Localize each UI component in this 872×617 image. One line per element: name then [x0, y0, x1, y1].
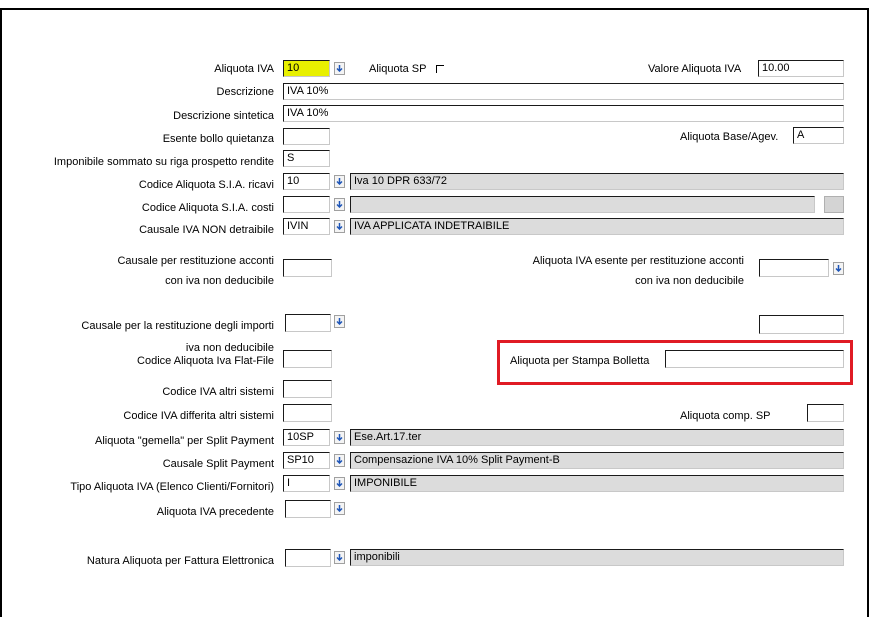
tipo-aliquota-lov-button[interactable] [334, 477, 345, 490]
causale-restituzione-label-1: Causale per restituzione acconti [117, 255, 274, 267]
imponibile-sommato-label: Imponibile sommato su riga prospetto ren… [53, 156, 274, 168]
extra-right-input[interactable] [759, 315, 844, 334]
causale-split-lov-button[interactable] [334, 454, 345, 467]
codice-altri-sistemi-input[interactable] [283, 380, 332, 398]
aliquota-gemella-lov-button[interactable] [334, 431, 345, 444]
codice-sia-costi-lov-button[interactable] [334, 198, 345, 211]
descrizione-sintetica-input[interactable]: IVA 10% [283, 105, 844, 122]
codice-sia-costi-input[interactable] [283, 196, 330, 213]
codice-sia-ricavi-label: Codice Aliquota S.I.A. ricavi [138, 179, 274, 191]
causale-restituzione-label-2: con iva non deducibile [165, 275, 274, 287]
codice-sia-ricavi-description: Iva 10 DPR 633/72 [350, 173, 844, 190]
codice-flat-file-input[interactable] [283, 350, 332, 368]
valore-aliquota-iva-input[interactable]: 10.00 [758, 60, 844, 77]
descrizione-label: Descrizione [216, 86, 274, 98]
aliquota-base-input[interactable]: A [793, 127, 844, 144]
aliquota-iva-lov-button[interactable] [334, 62, 345, 75]
codice-sia-costi-extra-button[interactable] [824, 196, 844, 213]
causale-split-description: Compensazione IVA 10% Split Payment-B [350, 452, 844, 469]
chevron-down-icon [336, 505, 343, 512]
descrizione-input[interactable]: IVA 10% [283, 83, 844, 100]
aliquota-precedente-label: Aliquota IVA precedente [156, 506, 274, 518]
aliquota-comp-sp-label: Aliquota comp. SP [680, 410, 771, 422]
aliquota-iva-label: Aliquota IVA [214, 63, 274, 75]
aliquota-gemella-label: Aliquota "gemella" per Split Payment [94, 435, 274, 447]
causale-restituzione-importi-label-2: iva non deducibile [185, 342, 274, 354]
aliquota-gemella-input[interactable]: 10SP [283, 429, 330, 446]
causale-restituzione-importi-label-1: Causale per la restituzione degli import… [81, 320, 274, 332]
natura-aliquota-label: Natura Aliquota per Fattura Elettronica [86, 555, 274, 567]
aliquota-esente-restituzione-lov-button[interactable] [833, 262, 844, 275]
tipo-aliquota-input[interactable]: I [283, 475, 330, 492]
aliquota-precedente-lov-button[interactable] [334, 502, 345, 515]
chevron-down-icon [336, 223, 343, 230]
descrizione-sintetica-label: Descrizione sintetica [173, 110, 274, 122]
chevron-down-icon [336, 480, 343, 487]
chevron-down-icon [336, 457, 343, 464]
natura-aliquota-lov-button[interactable] [334, 551, 345, 564]
codice-differita-input[interactable] [283, 404, 332, 422]
aliquota-sp-label: Aliquota SP [369, 63, 427, 75]
causale-non-detraibile-description: IVA APPLICATA INDETRAIBILE [350, 218, 844, 235]
valore-aliquota-iva-label: Valore Aliquota IVA [648, 63, 742, 75]
aliquota-iva-input[interactable]: 10 [283, 60, 330, 77]
aliquota-esente-restituzione-label-2: con iva non deducibile [635, 275, 744, 287]
aliquota-esente-restituzione-input[interactable] [759, 259, 829, 277]
imponibile-sommato-input[interactable]: S [283, 150, 330, 167]
causale-restituzione-importi-lov-button[interactable] [334, 315, 345, 328]
chevron-down-icon [336, 434, 343, 441]
chevron-down-icon [336, 178, 343, 185]
aliquota-esente-restituzione-label-1: Aliquota IVA esente per restituzione acc… [532, 255, 744, 267]
chevron-down-icon [336, 201, 343, 208]
causale-restituzione-importi-input[interactable] [285, 314, 331, 332]
causale-non-detraibile-label: Causale IVA NON detraibile [139, 224, 274, 236]
codice-altri-sistemi-label: Codice IVA altri sistemi [162, 386, 274, 398]
chevron-down-icon [336, 554, 343, 561]
aliquota-precedente-input[interactable] [285, 500, 331, 518]
causale-split-input[interactable]: SP10 [283, 452, 330, 469]
natura-aliquota-input[interactable] [285, 549, 331, 567]
causale-non-detraibile-input[interactable]: IVIN [283, 218, 330, 235]
tipo-aliquota-description: IMPONIBILE [350, 475, 844, 492]
codice-sia-costi-label: Codice Aliquota S.I.A. costi [141, 202, 274, 214]
codice-differita-label: Codice IVA differita altri sistemi [123, 410, 274, 422]
aliquota-stampa-bolletta-input[interactable] [665, 350, 844, 368]
chevron-down-icon [336, 65, 343, 72]
codice-sia-costi-description [350, 196, 815, 213]
codice-flat-file-label: Codice Aliquota Iva Flat-File [137, 355, 274, 367]
causale-split-label: Causale Split Payment [162, 458, 274, 470]
aliquota-comp-sp-input[interactable] [807, 404, 844, 422]
aliquota-sp-checkbox[interactable] [436, 65, 444, 73]
esente-bollo-input[interactable] [283, 128, 330, 145]
codice-sia-ricavi-input[interactable]: 10 [283, 173, 330, 190]
causale-non-detraibile-lov-button[interactable] [334, 220, 345, 233]
aliquota-gemella-description: Ese.Art.17.ter [350, 429, 844, 446]
causale-restituzione-input[interactable] [283, 259, 332, 277]
chevron-down-icon [835, 265, 842, 272]
chevron-down-icon [336, 318, 343, 325]
codice-sia-ricavi-lov-button[interactable] [334, 175, 345, 188]
aliquota-stampa-bolletta-label: Aliquota per Stampa Bolletta [510, 355, 650, 367]
aliquota-base-label: Aliquota Base/Agev. [680, 131, 779, 143]
natura-aliquota-description: imponibili [350, 549, 844, 566]
tipo-aliquota-label: Tipo Aliquota IVA (Elenco Clienti/Fornit… [70, 481, 274, 493]
esente-bollo-label: Esente bollo quietanza [162, 133, 274, 145]
